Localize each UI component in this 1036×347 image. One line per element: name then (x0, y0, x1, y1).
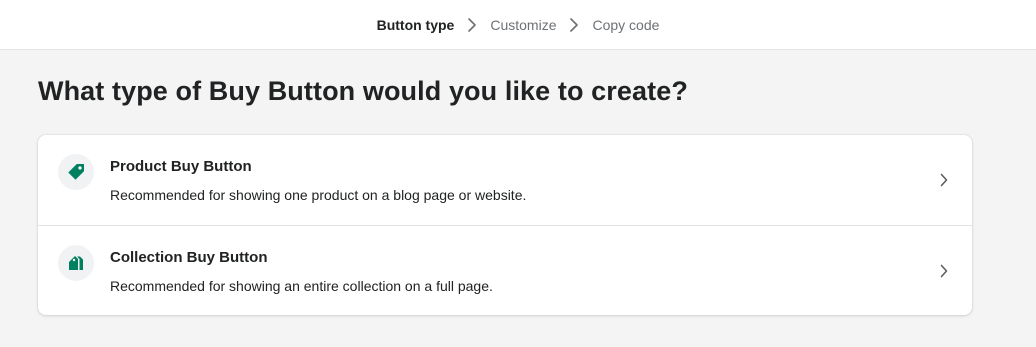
option-title: Product Buy Button (110, 158, 252, 175)
chevron-right-icon (938, 262, 950, 280)
breadcrumb-step-customize[interactable]: Customize (490, 17, 556, 33)
tags-icon (58, 245, 94, 281)
option-product-buy-button[interactable]: Product Buy Button Recommended for showi… (38, 135, 972, 225)
breadcrumb-step-copy-code[interactable]: Copy code (592, 17, 659, 33)
main-content: What type of Buy Button would you like t… (0, 75, 1036, 315)
chevron-right-icon (938, 171, 950, 189)
tag-icon (58, 154, 94, 190)
option-text: Collection Buy Button Recommended for sh… (110, 249, 493, 295)
option-description: Recommended for showing an entire collec… (110, 278, 493, 294)
chevron-right-icon (454, 15, 490, 35)
top-bar: Button type Customize Copy code (0, 0, 1036, 50)
option-description: Recommended for showing one product on a… (110, 187, 527, 203)
chevron-right-icon (556, 15, 592, 35)
option-title: Collection Buy Button (110, 249, 268, 266)
option-collection-buy-button[interactable]: Collection Buy Button Recommended for sh… (38, 225, 972, 315)
breadcrumb: Button type Customize Copy code (377, 15, 660, 35)
breadcrumb-step-button-type[interactable]: Button type (377, 17, 455, 33)
button-type-card: Product Buy Button Recommended for showi… (38, 135, 972, 315)
option-text: Product Buy Button Recommended for showi… (110, 158, 526, 204)
page-title: What type of Buy Button would you like t… (38, 76, 688, 106)
